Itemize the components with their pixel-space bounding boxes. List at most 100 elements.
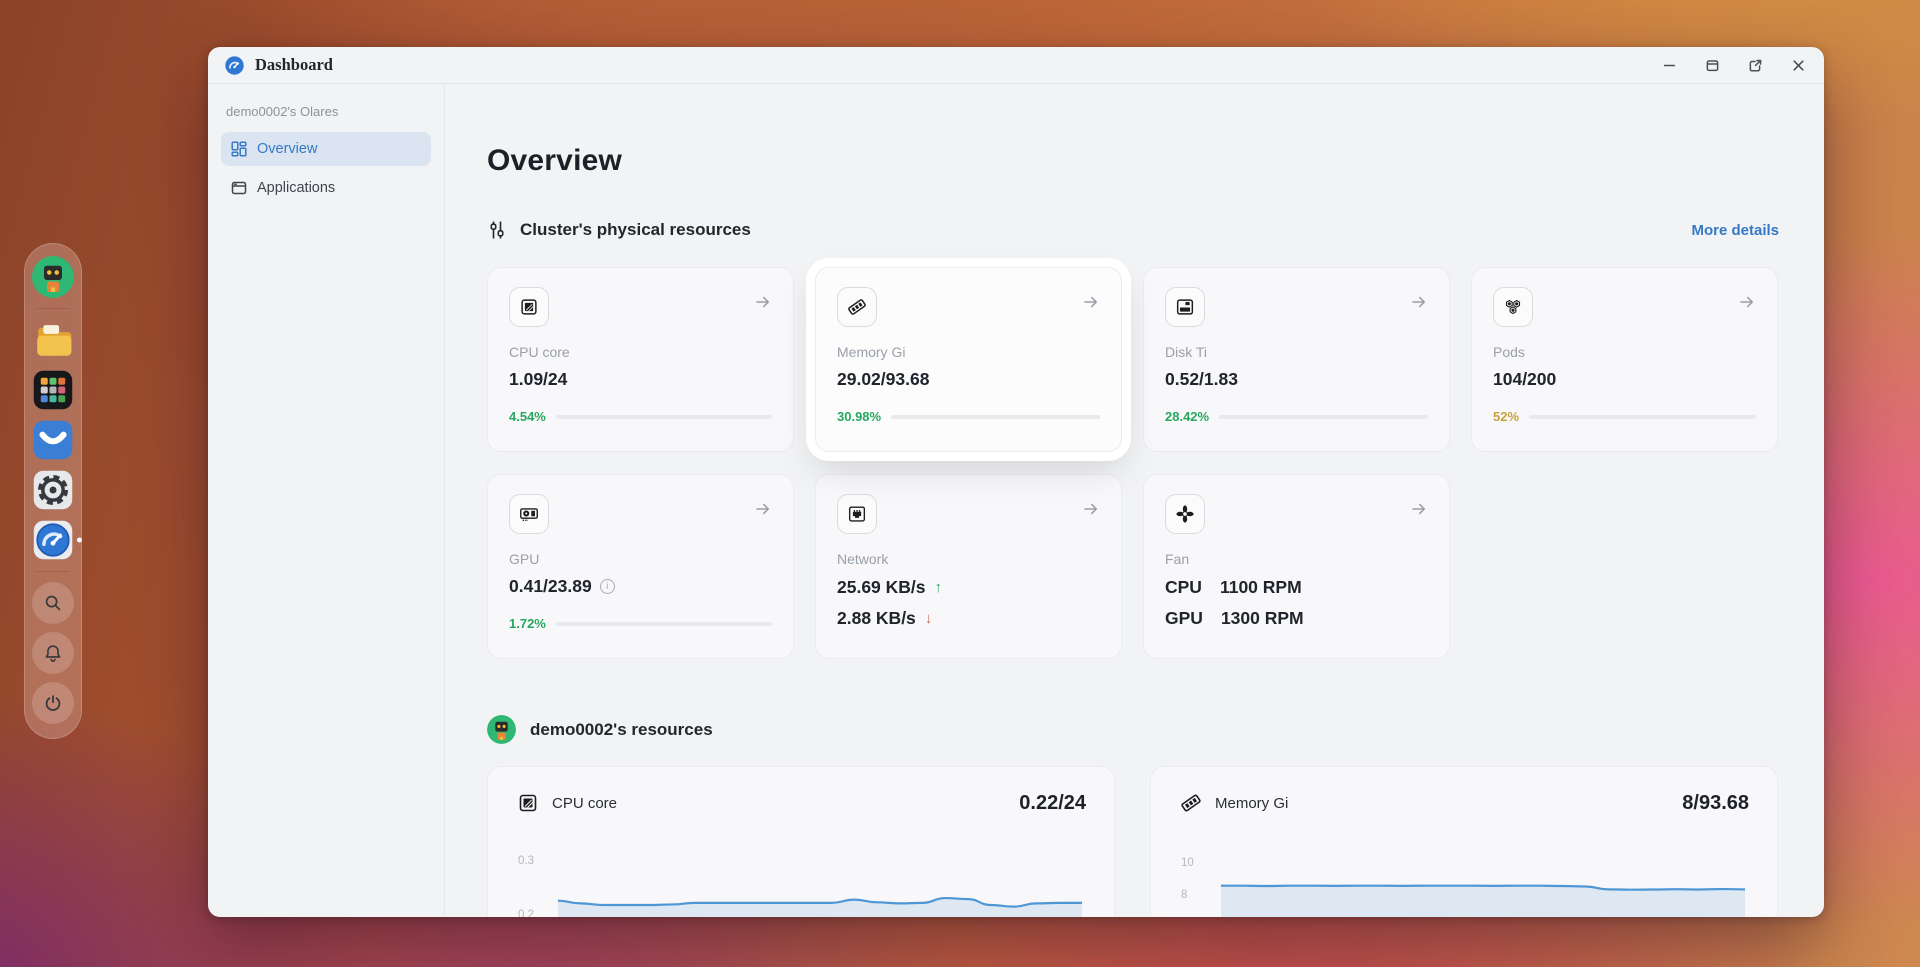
chart-current-value: 0.22/24 [1019,792,1086,815]
minimize-button[interactable] [1661,57,1677,73]
search-icon [42,592,64,614]
launchpad-icon[interactable] [32,369,74,411]
store-bag-icon [32,419,74,461]
card-value: 29.02/93.68 [837,369,1100,390]
dashboard-app-badge-icon [224,55,245,76]
card-label: GPU [509,551,772,567]
gpu-card[interactable]: GPU 0.41/23.89 i 1.72% [487,474,794,659]
page-title: Overview [487,144,1779,178]
running-indicator-dot [77,538,82,543]
usage-percent: 4.54% [509,409,546,424]
workspace-label: demo0002's Olares [226,104,426,119]
more-details-link[interactable]: More details [1691,222,1779,239]
memory-icon [837,287,877,327]
card-label: Disk Ti [1165,344,1428,360]
chart-current-value: 8/93.68 [1682,792,1749,815]
card-value: 1.09/24 [509,369,772,390]
progress-track [1529,415,1756,419]
area-chart-plot [1221,845,1745,917]
progress-track [1219,415,1428,419]
maximize-button[interactable] [1704,57,1720,73]
dock-divider [36,308,70,309]
arrow-right-icon[interactable] [1082,500,1100,523]
dashboard-window: Dashboard dem [208,47,1824,917]
fan-cpu-row: CPU 1100 RPM [1165,577,1428,598]
arrow-right-icon[interactable] [1410,293,1428,316]
usage-percent: 1.72% [509,616,546,631]
memory-usage-chart-card: Memory Gi 8/93.68 1086 [1150,766,1778,917]
gpu-value: 0.41/23.89 [509,576,592,597]
dashboard-app-icon[interactable] [32,519,74,561]
fan-card[interactable]: Fan CPU 1100 RPM GPU 1300 RPM [1143,474,1450,659]
user-avatar [487,715,516,744]
arrow-right-icon[interactable] [1410,500,1428,523]
settings-app-icon[interactable] [32,469,74,511]
folder-icon [32,319,74,361]
sliders-icon [487,220,507,240]
usage-percent: 30.98% [837,409,881,424]
arrow-right-icon[interactable] [1082,293,1100,316]
y-tick-label: 10 [1181,857,1194,869]
y-axis-ticks: 1086 [1181,845,1215,917]
cpu-card[interactable]: CPU core 1.09/24 4.54% [487,267,794,452]
robot-avatar-icon [32,256,74,298]
chart-title: CPU core [552,795,617,812]
arrow-right-icon[interactable] [754,293,772,316]
card-value: 0.52/1.83 [1165,369,1428,390]
resource-cards-grid: CPU core 1.09/24 4.54% [487,267,1779,659]
memory-card[interactable]: Memory Gi 29.02/93.68 30.98% [815,267,1122,452]
fan-icon [1165,494,1205,534]
sidebar: demo0002's Olares Overview [208,84,445,917]
close-icon [1791,58,1806,73]
window-title: Dashboard [255,55,333,75]
cluster-section-header: Cluster's physical resources More detail… [487,220,1779,240]
sidebar-item-overview[interactable]: Overview [221,132,431,166]
fan-row-label: GPU [1165,608,1203,629]
card-label: Memory Gi [837,344,1100,360]
arrow-right-icon[interactable] [1738,293,1756,316]
disk-card[interactable]: Disk Ti 0.52/1.83 28.42% [1143,267,1450,452]
pods-card[interactable]: Pods 104/200 52% [1471,267,1778,452]
y-axis-ticks: 0.30.2 [518,845,552,917]
open-in-new-button[interactable] [1747,57,1763,73]
info-icon[interactable]: i [600,579,615,594]
arrow-up-icon: ↑ [935,579,943,596]
user-section-title: demo0002's resources [530,720,713,740]
user-avatar[interactable] [32,256,74,298]
main-content: Overview Cluster's physical resources Mo… [445,84,1824,917]
power-button[interactable] [32,682,74,724]
cpu-icon [509,287,549,327]
applications-icon [231,180,247,196]
progress-track [556,415,772,419]
dock-divider [36,571,70,572]
usage-percent: 52% [1493,409,1519,424]
titlebar: Dashboard [208,47,1824,84]
y-tick-label: 8 [1181,889,1187,901]
market-app-icon[interactable] [32,419,74,461]
notifications-button[interactable] [32,632,74,674]
sidebar-item-label: Overview [257,141,317,157]
dock [24,243,82,739]
arrow-down-icon: ↓ [925,610,933,627]
cpu-icon [516,791,540,815]
card-label: Pods [1493,344,1756,360]
fan-row-value: 1100 RPM [1220,577,1302,598]
gauge-icon [32,519,74,561]
power-icon [42,692,64,714]
upload-speed: 25.69 KB/s [837,577,926,598]
memory-icon [1179,791,1203,815]
chart-title: Memory Gi [1215,795,1288,812]
sidebar-item-applications[interactable]: Applications [221,171,431,205]
close-button[interactable] [1790,57,1806,73]
files-app-icon[interactable] [32,319,74,361]
gpu-icon [509,494,549,534]
search-button[interactable] [32,582,74,624]
y-tick-label: 0.2 [518,909,534,917]
network-card[interactable]: Network 25.69 KB/s ↑ 2.88 KB/s ↓ [815,474,1122,659]
disk-icon [1165,287,1205,327]
arrow-right-icon[interactable] [754,500,772,523]
card-value: 0.41/23.89 i [509,576,772,597]
open-in-new-icon [1748,58,1763,73]
area-chart-plot [558,845,1082,917]
download-speed: 2.88 KB/s [837,608,916,629]
